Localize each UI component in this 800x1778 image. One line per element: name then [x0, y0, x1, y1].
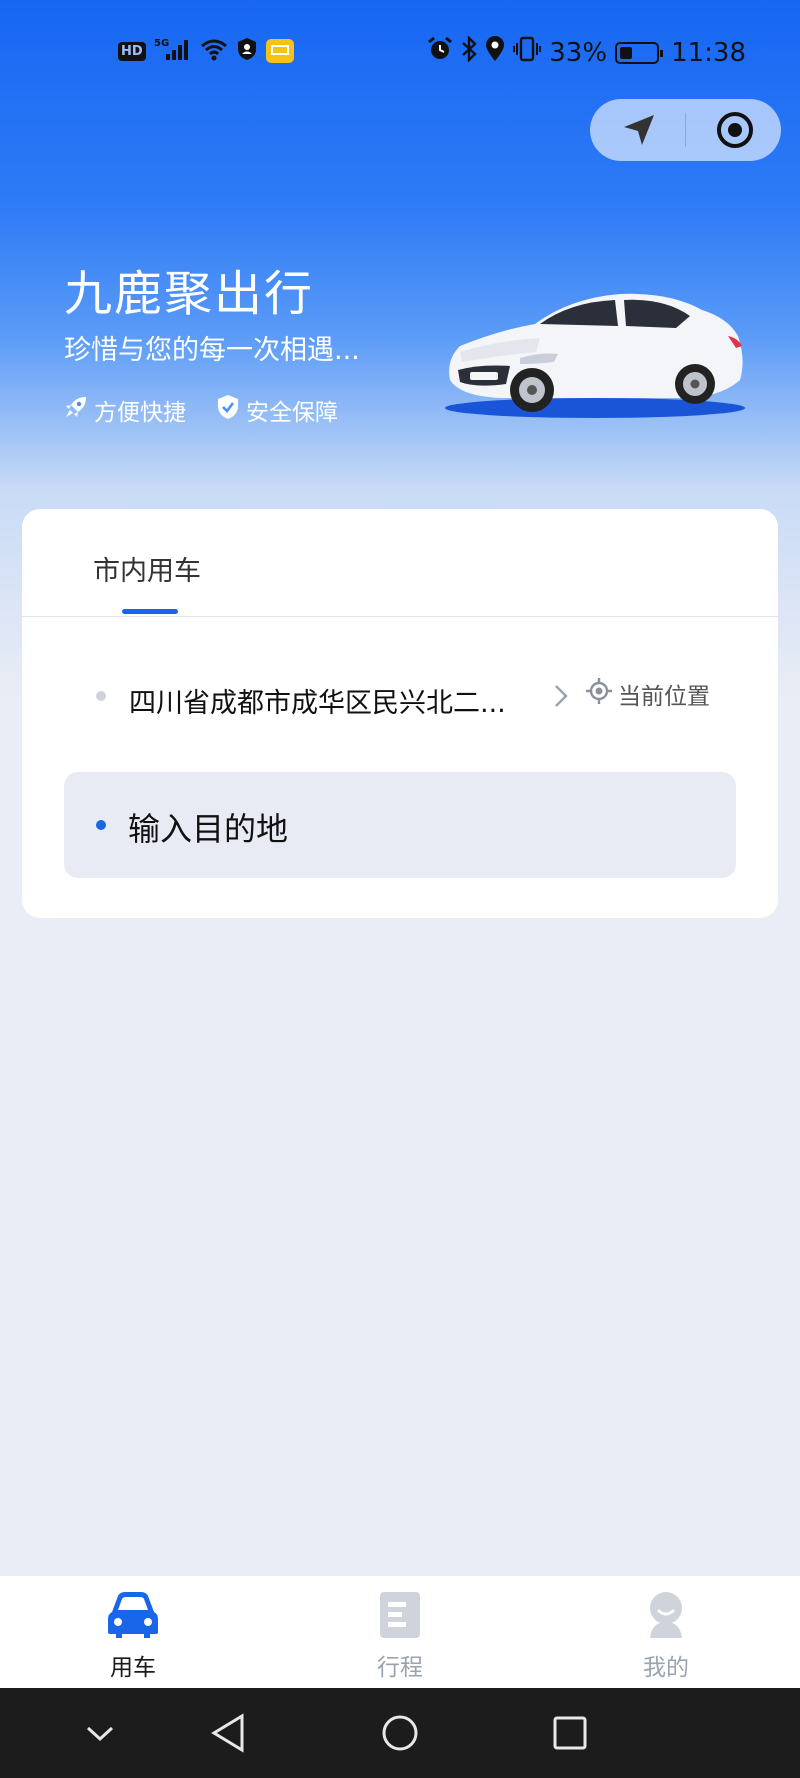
- status-left-icons: HD 5G: [118, 36, 294, 66]
- tag-label: 安全保障: [246, 400, 338, 426]
- pickup-row[interactable]: 四川省成都市成华区民兴北二... 当前位置: [22, 669, 778, 731]
- navigation-arrow-icon[interactable]: [622, 113, 656, 151]
- document-icon: [378, 1592, 422, 1644]
- miniprogram-capsule: [590, 99, 781, 161]
- destination-dot-icon: [96, 820, 106, 830]
- alarm-icon: [427, 36, 453, 69]
- tab-bar: 市内用车: [22, 509, 778, 617]
- recents-icon[interactable]: [550, 1708, 590, 1762]
- mail-icon: [265, 39, 294, 63]
- nav-label-ride: 用车: [110, 1655, 156, 1681]
- shield-check-icon: [216, 394, 240, 426]
- clock-time: 11:38: [671, 37, 746, 68]
- 5g-label: 5G: [154, 38, 169, 49]
- bottom-nav: 用车 行程 我的: [0, 1576, 800, 1688]
- current-location-label: 当前位置: [618, 684, 710, 710]
- system-nav-bar: [0, 1688, 800, 1778]
- destination-input[interactable]: 输入目的地: [64, 772, 736, 878]
- vibrate-icon: [513, 36, 542, 69]
- nav-item-trips[interactable]: 行程: [340, 1590, 460, 1682]
- pickup-address[interactable]: 四川省成都市成华区民兴北二...: [129, 681, 506, 720]
- status-bar: HD 5G 33% 11:38: [0, 0, 800, 100]
- nav-item-mine[interactable]: 我的: [606, 1590, 726, 1682]
- tag-safe: 安全保障: [216, 393, 338, 427]
- wifi-icon: [200, 37, 228, 65]
- tag-convenient: 方便快捷: [64, 393, 186, 427]
- app-title: 九鹿聚出行: [64, 266, 315, 322]
- tab-city-ride[interactable]: 市内用车: [93, 549, 201, 588]
- 5g-signal-icon: 5G: [154, 36, 192, 66]
- nav-item-ride[interactable]: 用车: [73, 1590, 193, 1682]
- status-right-icons: 33% 11:38: [427, 35, 746, 69]
- chevron-right-icon: [552, 679, 570, 717]
- home-icon[interactable]: [380, 1708, 420, 1762]
- booking-card: 市内用车 四川省成都市成华区民兴北二... 当前位置 输入目的地: [22, 509, 778, 918]
- nav-label-mine: 我的: [643, 1655, 689, 1681]
- capsule-divider: [685, 113, 686, 147]
- vpn-icon: [236, 37, 258, 65]
- tag-label: 方便快捷: [94, 400, 186, 426]
- crosshair-icon: [585, 677, 613, 711]
- target-icon[interactable]: [716, 111, 754, 153]
- destination-placeholder: 输入目的地: [128, 810, 289, 848]
- app-subtitle: 珍惜与您的每一次相遇...: [64, 335, 360, 366]
- current-location-button[interactable]: 当前位置: [585, 677, 710, 711]
- bluetooth-icon: [461, 35, 478, 69]
- rocket-icon: [64, 395, 88, 425]
- chevron-down-icon[interactable]: [82, 1708, 118, 1762]
- pickup-dot-icon: [96, 691, 106, 701]
- car-illustration: [440, 280, 750, 424]
- car-icon: [106, 1592, 160, 1644]
- hero-tags: 方便快捷 安全保障: [64, 393, 338, 427]
- tab-active-indicator: [122, 609, 178, 614]
- nav-label-trips: 行程: [377, 1655, 423, 1681]
- hd-icon: HD: [118, 41, 146, 61]
- battery-icon: [615, 41, 664, 64]
- back-icon[interactable]: [208, 1708, 248, 1762]
- location-icon: [485, 36, 505, 69]
- battery-percent: 33%: [549, 37, 608, 68]
- profile-icon: [644, 1592, 688, 1644]
